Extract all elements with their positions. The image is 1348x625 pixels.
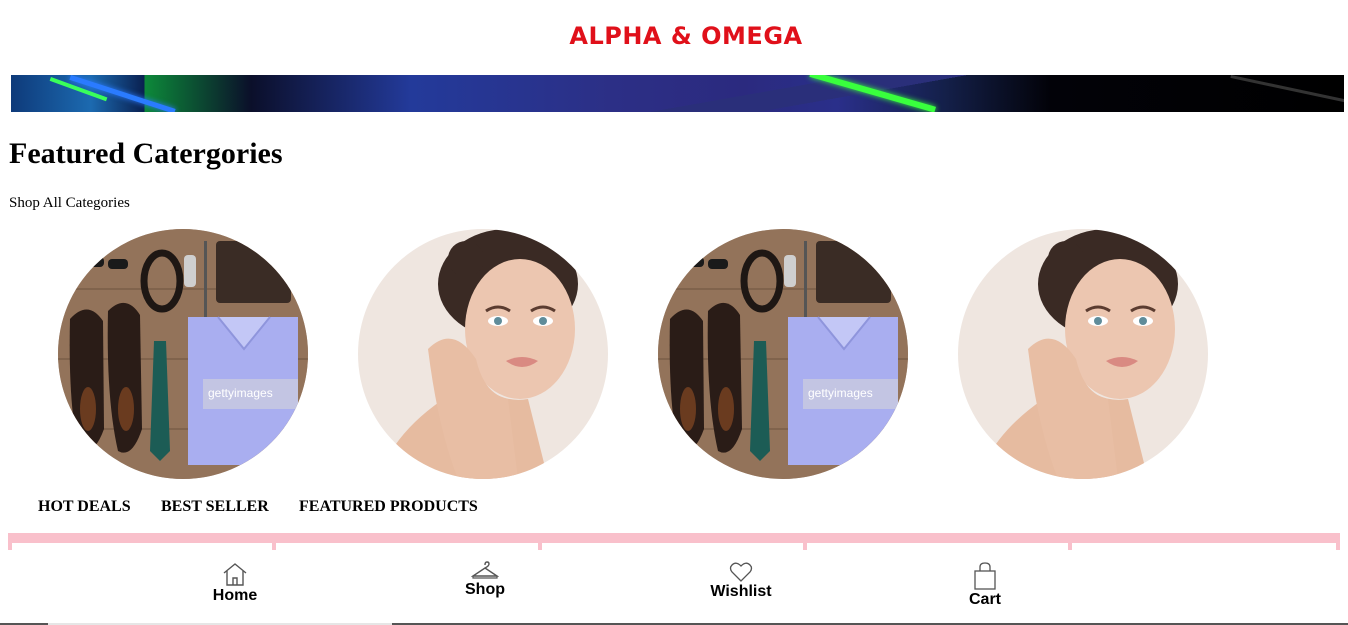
brand-title[interactable]: ALPHA & OMEGA: [0, 22, 1348, 50]
tab-strip-divider: [803, 533, 807, 551]
tab-strip-divider: [1336, 533, 1340, 551]
nav-shop-label: Shop: [465, 581, 505, 598]
category-image-beauty[interactable]: [358, 229, 608, 479]
category-image-menswear-2[interactable]: gettyimages: [658, 229, 908, 479]
nav-cart-label: Cart: [968, 591, 1001, 608]
watermark-text: gettyimages: [808, 386, 873, 400]
watermark-text: gettyimages: [208, 386, 273, 400]
shop-all-link[interactable]: Shop All Categories: [9, 195, 130, 212]
bottom-nav: Home Shop Wishlist Cart: [0, 550, 1348, 625]
heart-icon: [729, 562, 753, 582]
tab-strip-divider: [8, 533, 12, 551]
page-title: Featured Catergories: [9, 137, 283, 170]
shopping-bag-icon: [974, 562, 996, 590]
tab-strip-divider: [538, 533, 542, 551]
tab-hot-deals[interactable]: HOT DEALS: [38, 498, 131, 516]
hanger-icon: [471, 561, 499, 579]
hero-banner[interactable]: [11, 75, 1344, 112]
tab-strip: [8, 533, 1340, 543]
nav-home[interactable]: Home: [205, 561, 265, 605]
nav-home-label: Home: [212, 587, 258, 604]
category-image-beauty-2[interactable]: [958, 229, 1208, 479]
nav-wishlist[interactable]: Wishlist: [706, 561, 776, 601]
category-image-menswear[interactable]: gettyimages: [58, 229, 308, 479]
nav-cart[interactable]: Cart: [955, 561, 1015, 609]
nav-wishlist-label: Wishlist: [710, 583, 772, 600]
home-icon: [223, 563, 247, 586]
tab-strip-divider: [272, 533, 276, 551]
tab-featured-products[interactable]: FEATURED PRODUCTS: [299, 498, 478, 516]
tab-best-seller[interactable]: BEST SELLER: [161, 498, 269, 516]
tab-strip-divider: [1068, 533, 1072, 551]
nav-shop[interactable]: Shop: [455, 561, 515, 599]
